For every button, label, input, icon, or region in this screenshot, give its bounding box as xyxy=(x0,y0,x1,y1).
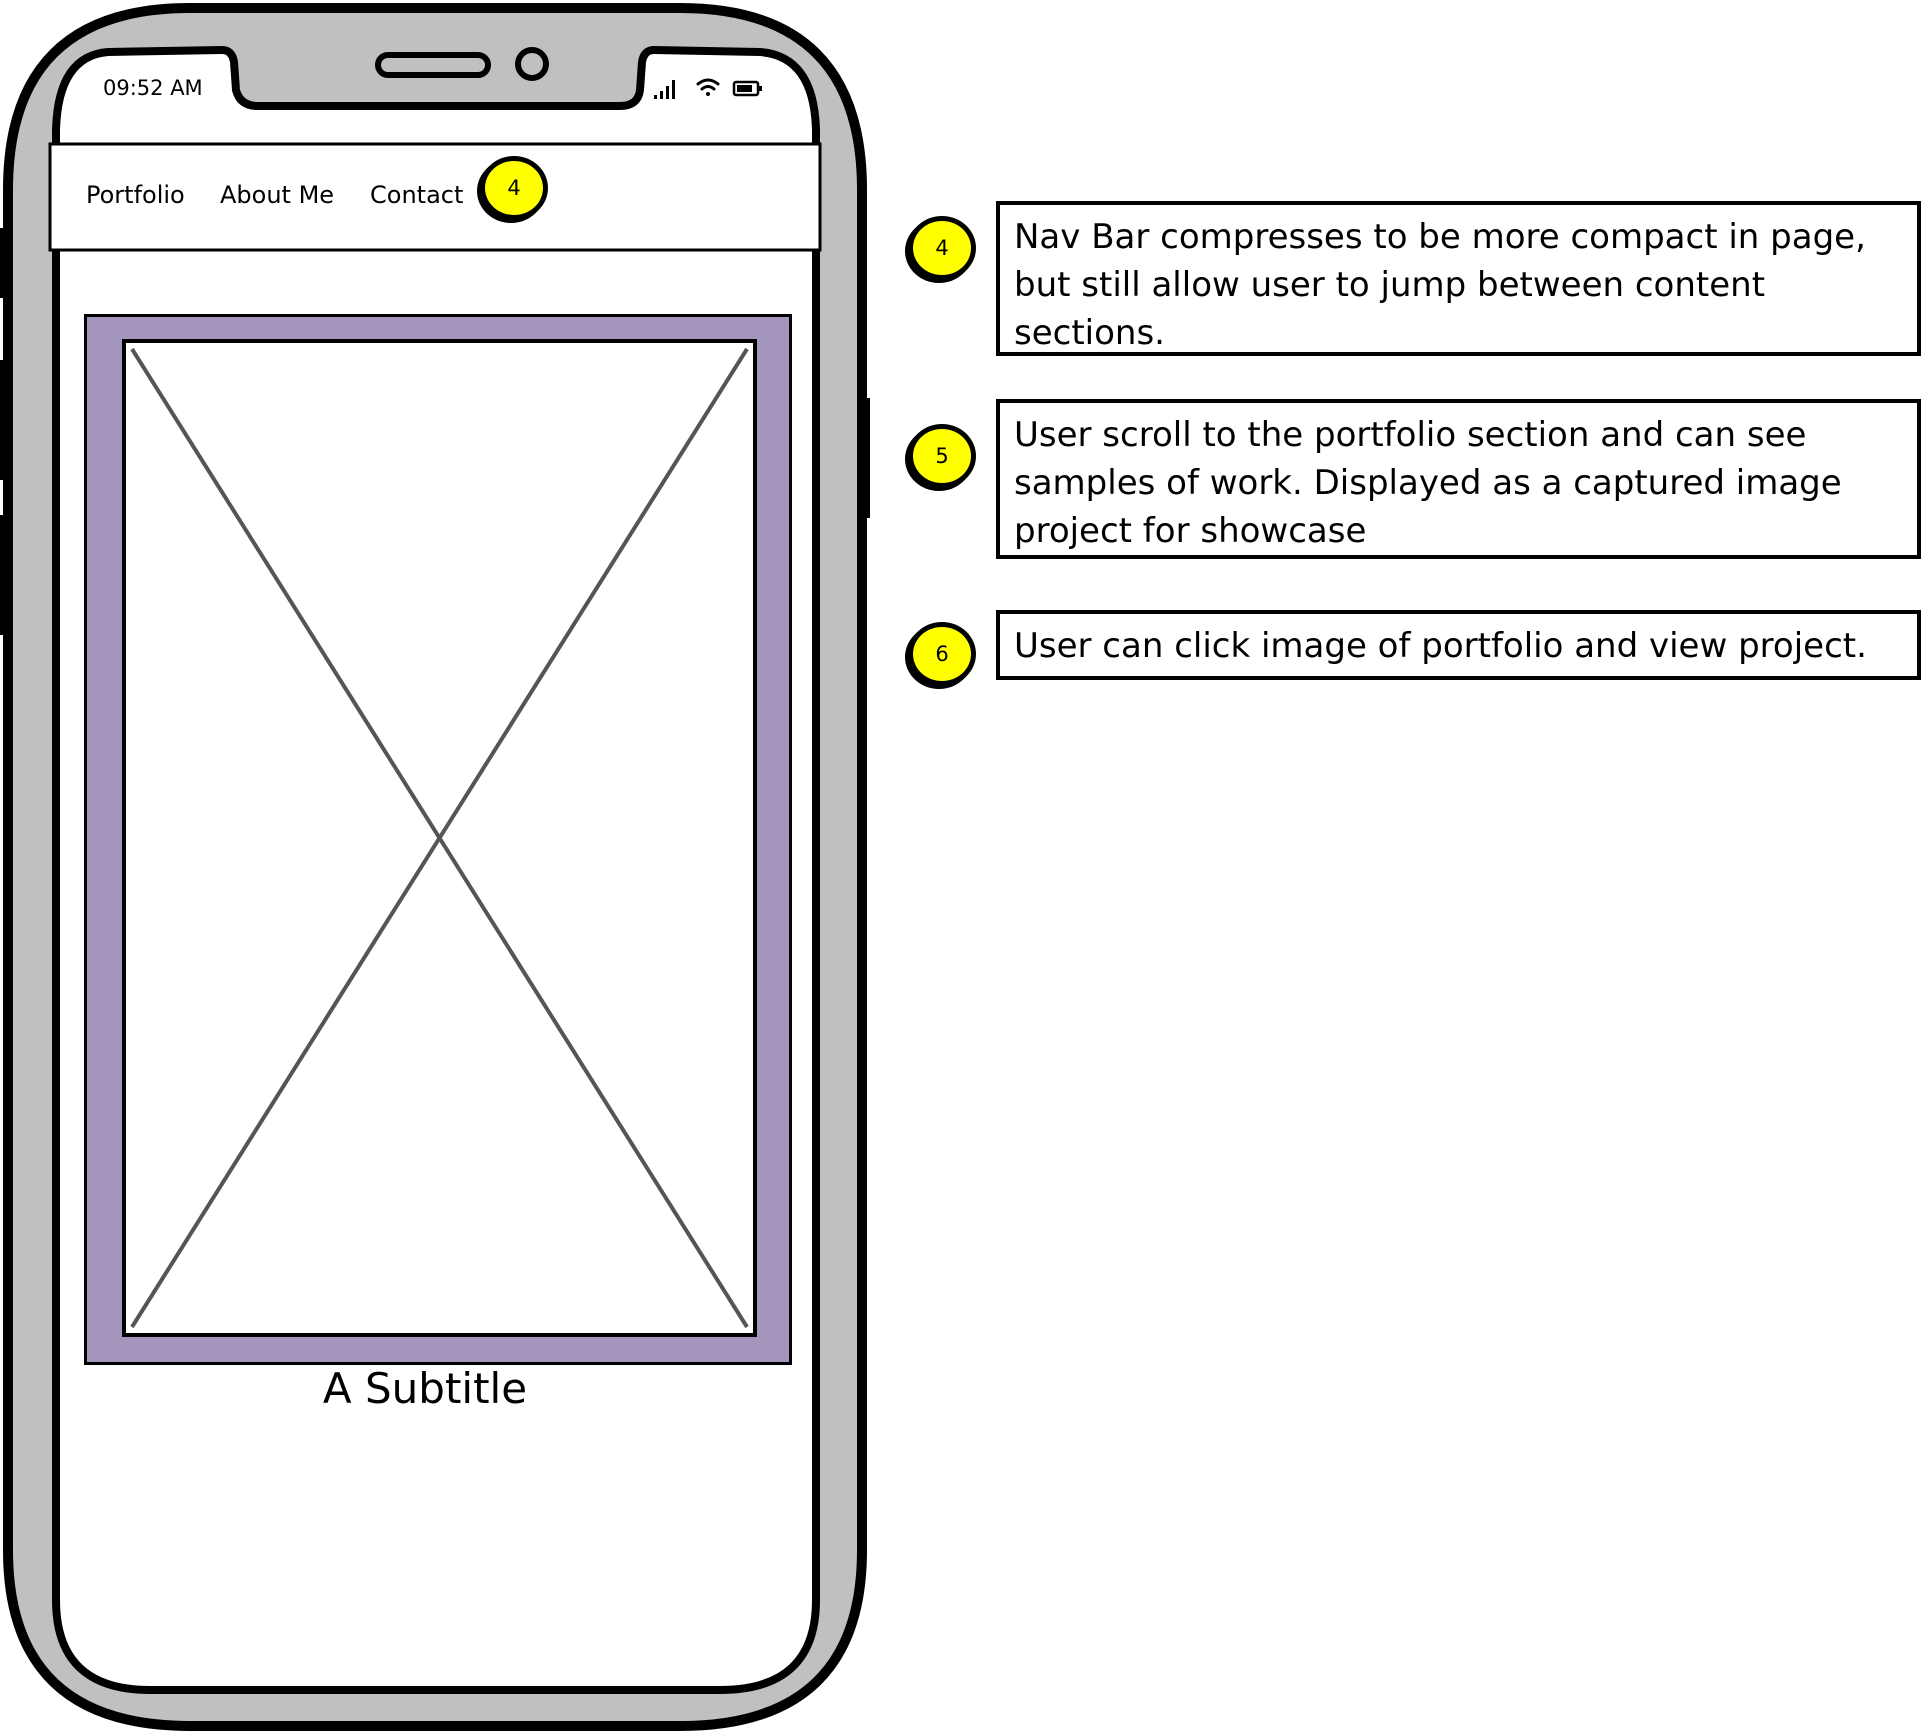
annotation-note: Nav Bar compresses to be more compact in… xyxy=(996,201,1921,356)
annotation-badge-4: 4 xyxy=(480,156,548,220)
portfolio-subtitle: A Subtitle xyxy=(322,1364,528,1413)
battery-icon xyxy=(732,80,762,97)
signal-icon xyxy=(654,80,675,99)
annotation-badge: 4 xyxy=(908,216,976,280)
nav-link-portfolio[interactable]: Portfolio xyxy=(86,181,185,209)
navbar: Portfolio About Me Contact 4 xyxy=(50,144,820,250)
status-icons xyxy=(652,74,764,102)
wifi-icon xyxy=(696,78,720,96)
nav-link-contact[interactable]: Contact xyxy=(370,181,463,209)
annotation-badge: 6 xyxy=(908,622,976,686)
nav-link-about-me[interactable]: About Me xyxy=(220,181,334,209)
annotation-note: User scroll to the portfolio section and… xyxy=(996,399,1921,559)
annotation-text: User can click image of portfolio and vi… xyxy=(1014,626,1867,666)
annotation-note: User can click image of portfolio and vi… xyxy=(996,610,1921,680)
annotation-text: Nav Bar compresses to be more compact in… xyxy=(1014,217,1866,353)
annotation-badge: 5 xyxy=(908,424,976,488)
status-time: 09:52 AM xyxy=(103,76,203,100)
image-placeholder xyxy=(122,339,757,1337)
portfolio-image[interactable] xyxy=(84,314,792,1365)
annotation-text: User scroll to the portfolio section and… xyxy=(1014,415,1842,551)
